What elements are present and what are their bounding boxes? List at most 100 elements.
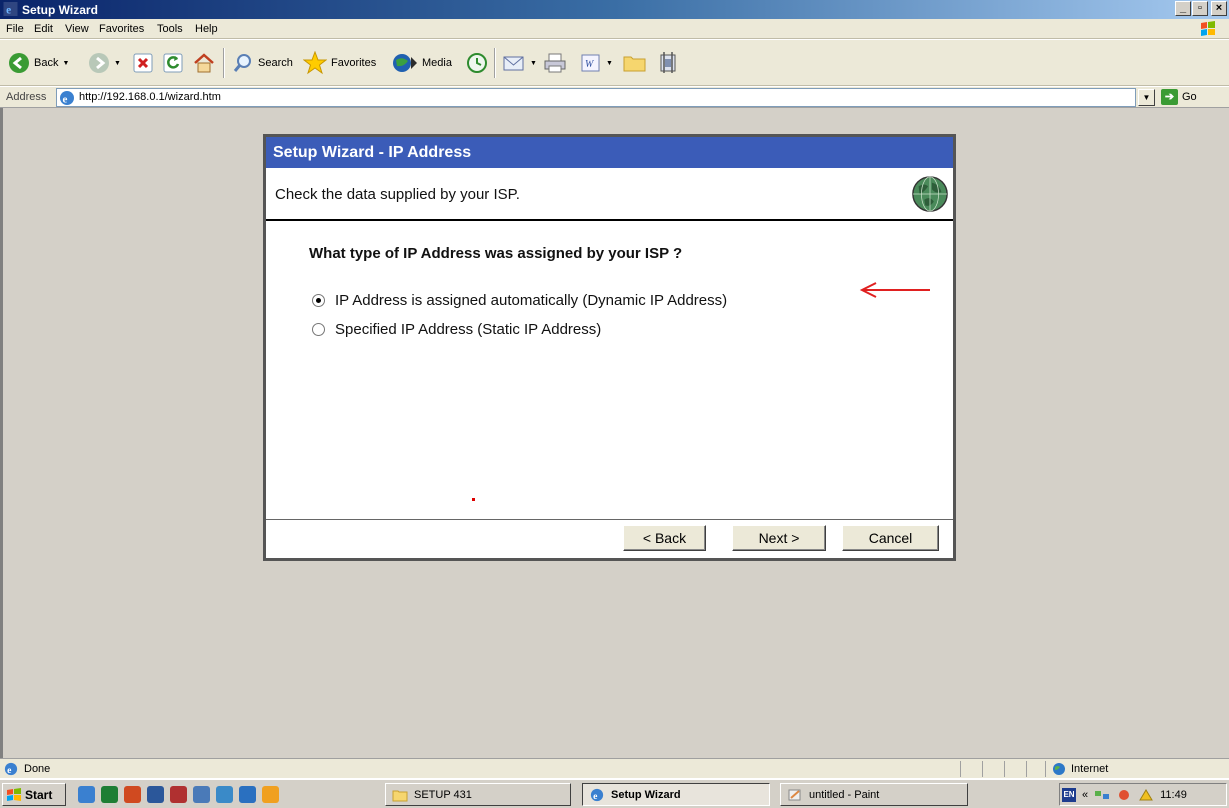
system-tray: EN « 11:49	[1059, 783, 1227, 806]
ip-type-question: What type of IP Address was assigned by …	[309, 245, 683, 262]
favorites-label: Favorites	[331, 57, 377, 69]
start-label: Start	[25, 787, 53, 802]
ie-quicklaunch-icon[interactable]	[78, 786, 95, 803]
window-title-bar[interactable]: e Setup Wizard _ ▫ ×	[0, 0, 1229, 19]
menu-favorites[interactable]: Favorites	[99, 23, 144, 35]
status-bar: e Done Internet	[0, 758, 1229, 778]
mail-button[interactable]: ▼	[502, 50, 537, 76]
address-url: http://192.168.0.1/wizard.htm	[79, 91, 221, 103]
menu-edit[interactable]: Edit	[34, 23, 53, 35]
media-player-icon[interactable]	[239, 786, 256, 803]
menu-view[interactable]: View	[65, 23, 89, 35]
ie-status-icon: e	[4, 762, 18, 776]
radio-static-label[interactable]: Specified IP Address (Static IP Address)	[335, 321, 601, 338]
menu-help[interactable]: Help	[195, 23, 218, 35]
menu-tools[interactable]: Tools	[157, 23, 183, 35]
radio-option-dynamic[interactable]: IP Address is assigned automatically (Dy…	[312, 292, 727, 309]
window-title: Setup Wizard	[22, 3, 98, 17]
chrome-icon[interactable]	[216, 786, 233, 803]
excel-icon[interactable]	[101, 786, 118, 803]
history-icon	[467, 53, 487, 73]
network-icon[interactable]	[1094, 788, 1110, 802]
favorites-button[interactable]: Favorites	[303, 50, 376, 76]
edit-button[interactable]: W ▼	[580, 50, 613, 76]
restore-button[interactable]: ▫	[1192, 1, 1208, 16]
wizard-subheader: Check the data supplied by your ISP.	[266, 168, 953, 221]
home-button[interactable]	[193, 50, 215, 76]
messenger-quicklaunch-icon[interactable]	[193, 786, 210, 803]
radio-dynamic-label[interactable]: IP Address is assigned automatically (Dy…	[335, 292, 727, 309]
back-label: Back	[34, 57, 59, 69]
svg-text:e: e	[6, 4, 11, 16]
toolbar-separator	[223, 48, 225, 78]
chevron-down-icon[interactable]: ▼	[114, 60, 121, 67]
next-button[interactable]: Next >	[732, 525, 826, 551]
media-button[interactable]: Media	[392, 50, 452, 76]
radio-dynamic-ip[interactable]	[312, 294, 325, 307]
word-edit-icon: W	[581, 54, 600, 72]
folder-icon	[392, 790, 408, 801]
menu-bar: File Edit View Favorites Tools Help	[0, 19, 1229, 39]
minimize-button[interactable]: _	[1175, 1, 1191, 16]
address-bar: Address e http://192.168.0.1/wizard.htm …	[0, 87, 1229, 108]
media-label: Media	[422, 57, 452, 69]
windows-flag-icon	[7, 787, 21, 801]
taskbar: Start SETUP 431 e Setup Wizard untitled …	[0, 778, 1229, 808]
history-button[interactable]	[465, 50, 489, 76]
cancel-button[interactable]: Cancel	[842, 525, 939, 551]
zone-label: Internet	[1071, 763, 1109, 775]
app-tray-icon[interactable]	[1138, 788, 1154, 802]
go-button[interactable]: ➔ Go	[1161, 89, 1197, 105]
messenger-button[interactable]	[656, 50, 682, 76]
stop-icon	[133, 53, 153, 73]
address-dropdown-button[interactable]: ▼	[1138, 89, 1155, 106]
task-label: SETUP 431	[414, 788, 472, 801]
mail-icon	[503, 56, 524, 71]
refresh-icon	[163, 53, 183, 73]
red-annotation-arrow-icon	[859, 282, 930, 298]
task-paint[interactable]: untitled - Paint	[780, 783, 968, 806]
language-indicator[interactable]: EN	[1062, 787, 1076, 802]
media-icon	[393, 54, 417, 72]
favorites-star-icon	[303, 51, 327, 75]
radio-option-static[interactable]: Specified IP Address (Static IP Address)	[312, 321, 601, 338]
word-icon[interactable]	[147, 786, 164, 803]
globe-icon	[912, 176, 948, 212]
print-button[interactable]	[543, 50, 567, 76]
app-icon[interactable]	[170, 786, 187, 803]
clock-app-icon[interactable]	[262, 786, 279, 803]
search-button[interactable]: Search	[232, 50, 293, 76]
internet-globe-icon	[1053, 763, 1065, 775]
svg-text:e: e	[63, 94, 68, 106]
close-button[interactable]: ×	[1211, 1, 1227, 16]
back-wizard-button[interactable]: < Back	[623, 525, 706, 551]
stop-button[interactable]	[133, 50, 153, 76]
start-button[interactable]: Start	[2, 783, 66, 806]
powerpoint-icon[interactable]	[124, 786, 141, 803]
go-label: Go	[1182, 91, 1197, 103]
wizard-title: Setup Wizard - IP Address	[266, 137, 953, 168]
task-setup-wizard[interactable]: e Setup Wizard	[582, 783, 770, 806]
paint-icon	[788, 789, 801, 800]
address-input[interactable]: e http://192.168.0.1/wizard.htm	[56, 88, 1136, 107]
svg-text:e: e	[7, 765, 12, 776]
chevron-down-icon[interactable]: ▼	[530, 60, 537, 67]
status-cells	[960, 761, 1048, 777]
forward-button[interactable]: ▼	[88, 50, 121, 76]
chevron-down-icon[interactable]: ▼	[62, 60, 69, 67]
radio-static-ip[interactable]	[312, 323, 325, 336]
folder-button[interactable]	[622, 50, 648, 76]
security-tray-icon[interactable]	[1116, 788, 1132, 802]
task-setup-431[interactable]: SETUP 431	[385, 783, 571, 806]
search-label: Search	[258, 57, 293, 69]
back-arrow-icon	[9, 53, 29, 73]
tray-expand-button[interactable]: «	[1082, 789, 1088, 801]
setup-wizard-panel: Setup Wizard - IP Address Check the data…	[263, 134, 956, 561]
ie-window-icon: e	[3, 2, 18, 16]
ie-page-icon: e	[60, 91, 74, 106]
refresh-button[interactable]	[163, 50, 183, 76]
back-button[interactable]: Back ▼	[8, 50, 69, 76]
windows-logo-icon	[1201, 21, 1215, 36]
chevron-down-icon[interactable]: ▼	[606, 60, 613, 67]
menu-file[interactable]: File	[6, 23, 24, 35]
